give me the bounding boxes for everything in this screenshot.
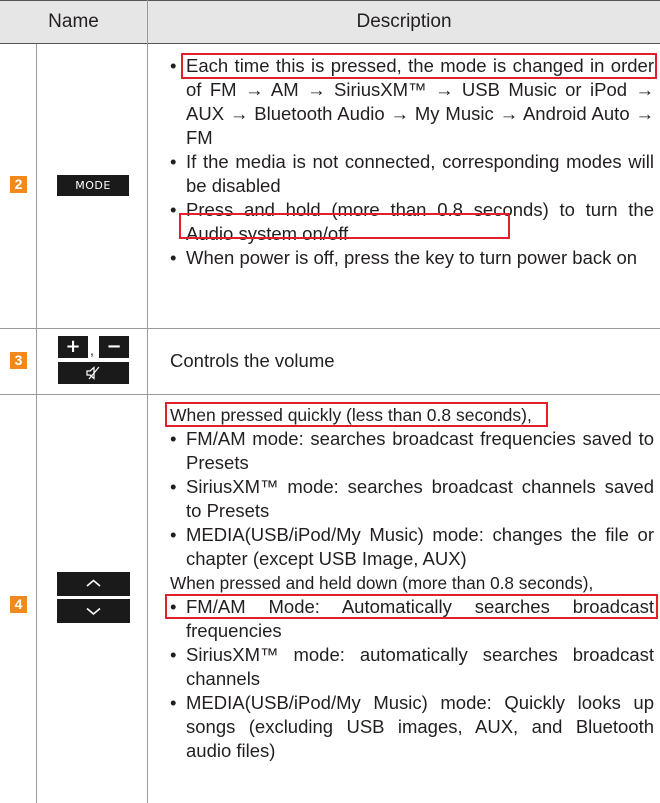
- highlight-box: [165, 594, 658, 619]
- key-separator: ,: [90, 342, 94, 358]
- volume-up-key: +: [58, 336, 88, 358]
- hold-press-heading: When pressed and held down (more than 0.…: [170, 573, 594, 593]
- highlight-box: [165, 402, 548, 427]
- row-divider: [0, 328, 660, 329]
- chevron-down-icon: [86, 607, 101, 616]
- seek-down-key: [57, 599, 130, 623]
- volume-down-key: −: [99, 336, 129, 358]
- row-number-badge: 4: [10, 596, 27, 613]
- list-item: FM/AM mode: searches broadcast frequenci…: [164, 427, 654, 475]
- row-number-badge: 3: [10, 352, 27, 369]
- chevron-up-icon: [86, 579, 101, 587]
- row-4-description: When pressed quickly (less than 0.8 seco…: [164, 403, 654, 763]
- list-item: SiriusXM™ mode: automatically searches b…: [164, 643, 654, 691]
- highlight-box: [179, 213, 510, 239]
- mute-key: [58, 362, 129, 384]
- row-number-badge: 2: [10, 176, 27, 193]
- mute-icon: [86, 366, 100, 380]
- list-item: MEDIA(USB/iPod/My Music) mode: Quickly l…: [164, 691, 654, 763]
- number-column-divider: [36, 44, 37, 803]
- seek-up-key: [57, 572, 130, 596]
- header-description: Description: [356, 11, 452, 32]
- list-item: If the media is not connected, correspon…: [164, 150, 654, 198]
- list-item: MEDIA(USB/iPod/My Music) mode: changes t…: [164, 523, 654, 571]
- column-divider: [147, 0, 148, 803]
- row-divider: [0, 394, 660, 395]
- list-item: SiriusXM™ mode: searches broadcast chann…: [164, 475, 654, 523]
- volume-description: Controls the volume: [170, 350, 335, 371]
- mode-key: MODE: [57, 175, 129, 196]
- table-header: Name Description: [0, 0, 660, 44]
- row-3-description: Controls the volume: [164, 349, 654, 373]
- list-item: When power is off, press the key to turn…: [164, 246, 654, 270]
- spec-table: Name Description 2 MODE Each time this i…: [0, 0, 660, 803]
- header-name: Name: [48, 11, 99, 32]
- highlight-box: [181, 53, 657, 79]
